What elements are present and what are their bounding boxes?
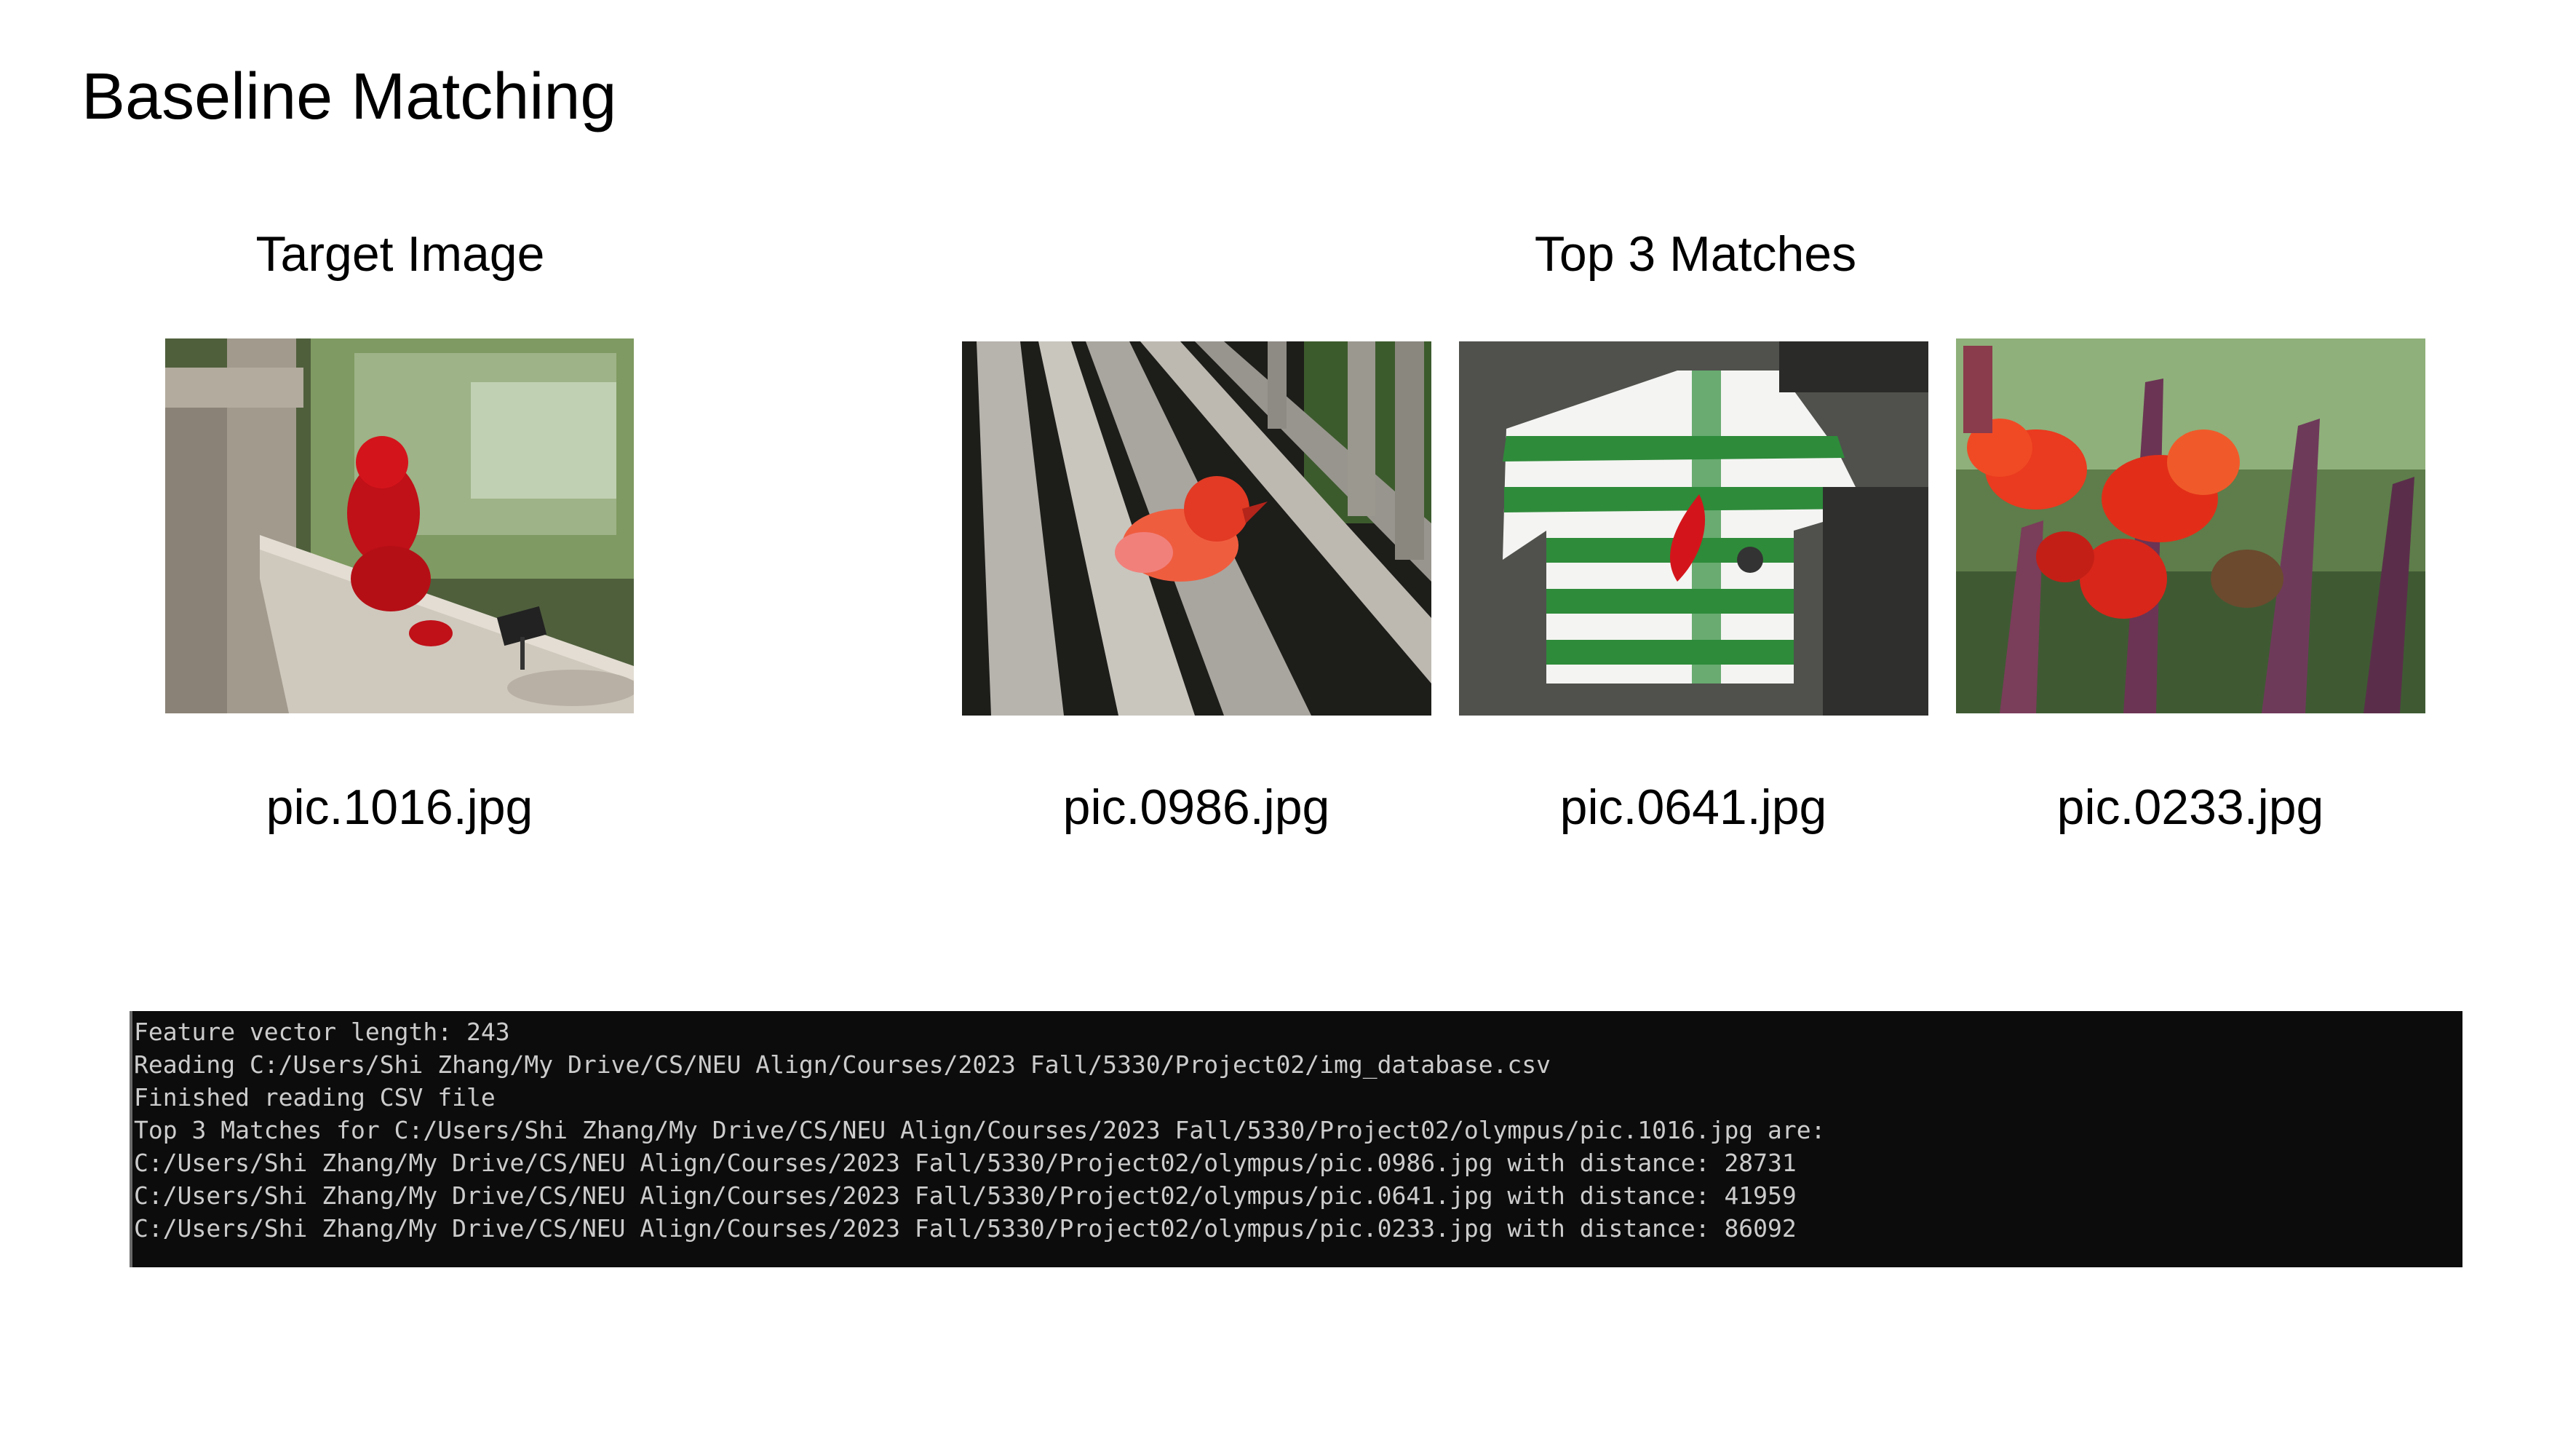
match-filename-3: pic.0233.jpg bbox=[2056, 780, 2324, 835]
red-canna-flowers-photo-icon bbox=[1956, 338, 2425, 713]
match-photo-2 bbox=[1459, 341, 1928, 716]
terminal-output: Feature vector length: 243 Reading C:/Us… bbox=[130, 1011, 2462, 1267]
target-image-heading: Target Image bbox=[255, 226, 545, 282]
terminal-line: Finished reading CSV file bbox=[134, 1083, 496, 1112]
terminal-line: C:/Users/Shi Zhang/My Drive/CS/NEU Align… bbox=[134, 1181, 1797, 1210]
match-filename-2: pic.0641.jpg bbox=[1559, 780, 1827, 835]
target-photo bbox=[165, 338, 634, 713]
green-striped-jersey-photo-icon bbox=[1459, 341, 1928, 716]
target-filename: pic.1016.jpg bbox=[266, 780, 533, 835]
match-filename-1: pic.0986.jpg bbox=[1062, 780, 1330, 835]
terminal-line: C:/Users/Shi Zhang/My Drive/CS/NEU Align… bbox=[134, 1214, 1797, 1243]
slide-title: Baseline Matching bbox=[82, 60, 617, 133]
match-photo-3 bbox=[1956, 338, 2425, 713]
terminal-line: Reading C:/Users/Shi Zhang/My Drive/CS/N… bbox=[134, 1050, 1551, 1079]
red-gummy-bear-on-bench-photo-icon bbox=[165, 338, 634, 713]
terminal-line: C:/Users/Shi Zhang/My Drive/CS/NEU Align… bbox=[134, 1149, 1797, 1177]
terminal-line: Feature vector length: 243 bbox=[134, 1018, 510, 1046]
terminal-line: Top 3 Matches for C:/Users/Shi Zhang/My … bbox=[134, 1116, 1826, 1144]
top-matches-heading: Top 3 Matches bbox=[1534, 226, 1857, 282]
red-duck-toy-on-bench-photo-icon bbox=[962, 341, 1431, 716]
match-photo-1 bbox=[962, 341, 1431, 716]
